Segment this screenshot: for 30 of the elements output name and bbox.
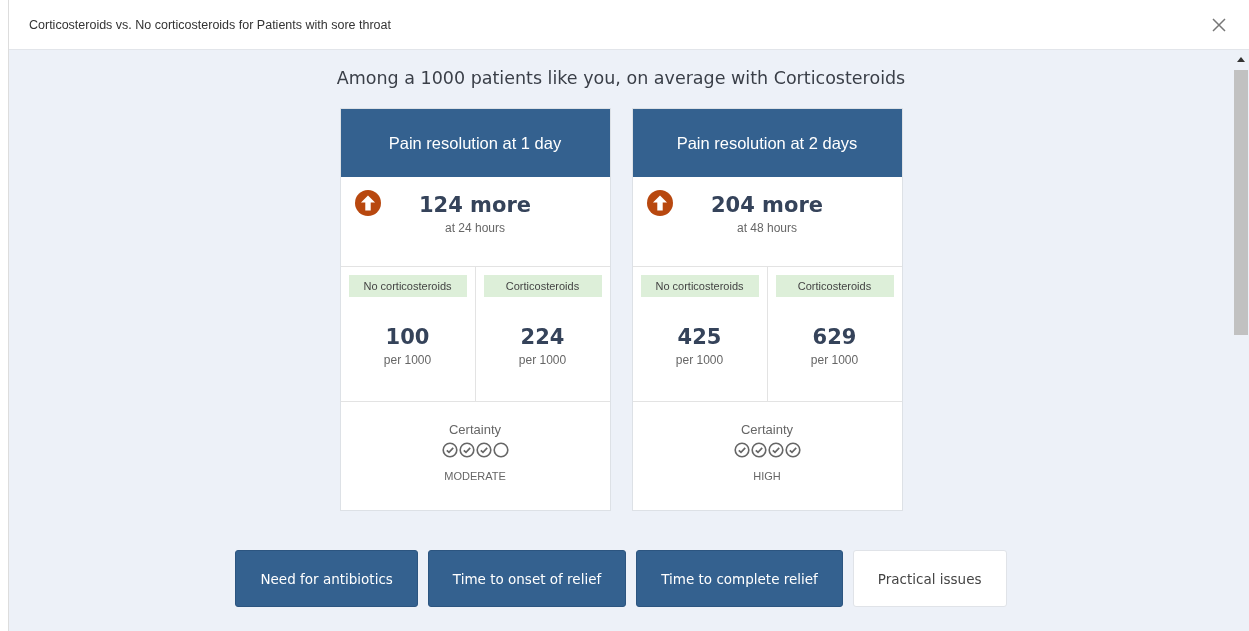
- rate-value: 100: [385, 325, 430, 349]
- timeframe-text: at 48 hours: [735, 221, 798, 235]
- group-label: Corticosteroids: [775, 275, 894, 297]
- rate-value: 224: [520, 325, 565, 349]
- card-header: Pain resolution at 1 day: [340, 109, 610, 177]
- dialog-title: Corticosteroids vs. No corticosteroids for Patients with sore throat: [29, 17, 391, 32]
- rate-value: 425: [677, 325, 722, 349]
- group-label: Corticosteroids: [483, 275, 602, 297]
- effect-value: 124 more: [418, 193, 532, 217]
- certainty-label: Certainty: [741, 422, 793, 437]
- close-icon[interactable]: [1211, 16, 1227, 33]
- summary-heading: Among a 1000 patients like you, on average with Corticosteroids: [336, 68, 906, 88]
- certainty-level: MODERATE: [444, 470, 506, 482]
- group-label: No corticosteroids: [348, 275, 467, 297]
- timeframe-text: at 24 hours: [443, 221, 506, 235]
- card-header: Pain resolution at 2 days: [632, 109, 902, 177]
- rate-unit: per 1000: [383, 353, 432, 367]
- rate-unit: per 1000: [810, 353, 859, 367]
- outcome-button[interactable]: Need for antibiotics: [235, 550, 418, 607]
- certainty-label: Certainty: [449, 422, 501, 437]
- rate-unit: per 1000: [675, 353, 724, 367]
- rate-unit: per 1000: [518, 353, 567, 367]
- scroll-up-arrow-icon[interactable]: [1237, 57, 1245, 62]
- outcome-button[interactable]: Time to complete relief: [636, 550, 843, 607]
- group-label: No corticosteroids: [640, 275, 759, 297]
- certainty-level: HIGH: [753, 470, 781, 482]
- effect-value: 204 more: [710, 193, 824, 217]
- outcome-button[interactable]: Time to onset of relief: [427, 550, 627, 607]
- outcome-button[interactable]: Practical issues: [852, 550, 1007, 607]
- rate-value: 629: [812, 325, 857, 349]
